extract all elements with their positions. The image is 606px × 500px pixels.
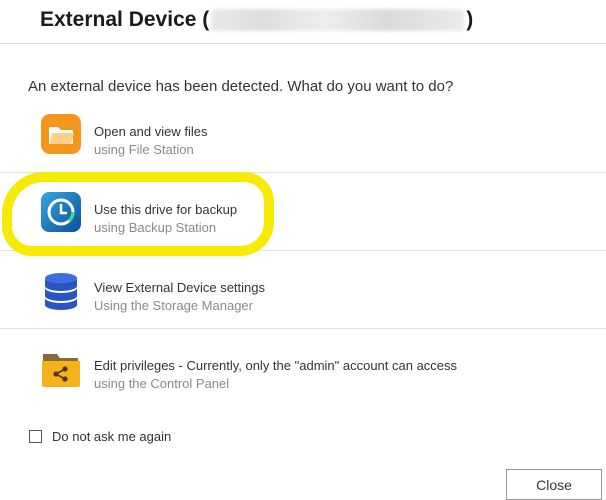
- folder-icon: [40, 113, 82, 155]
- option-title: Use this drive for backup: [94, 202, 238, 217]
- option-backup[interactable]: Use this drive for backup using Backup S…: [0, 172, 606, 250]
- do-not-ask-checkbox[interactable]: [29, 430, 42, 443]
- do-not-ask-label: Do not ask me again: [52, 429, 172, 444]
- external-device-dialog: External Device ( ) An external device h…: [0, 0, 606, 500]
- backup-clock-icon: [40, 191, 82, 233]
- dialog-prompt: An external device has been detected. Wh…: [28, 78, 454, 95]
- database-icon: [40, 270, 82, 312]
- title-suffix: ): [466, 8, 474, 31]
- redacted-device-name: [211, 9, 465, 31]
- dialog-title: External Device ( ): [40, 8, 473, 32]
- option-subtitle: using Backup Station: [94, 220, 217, 235]
- option-subtitle: using File Station: [94, 142, 194, 157]
- option-title: View External Device settings: [94, 280, 266, 295]
- option-title: Open and view files: [94, 124, 208, 139]
- option-edit-privileges[interactable]: Edit privileges - Currently, only the "a…: [0, 328, 606, 406]
- shared-folder-icon: [40, 348, 82, 390]
- do-not-ask-row[interactable]: Do not ask me again: [29, 429, 171, 444]
- close-button[interactable]: Close: [506, 469, 602, 500]
- option-subtitle: Using the Storage Manager: [94, 298, 253, 313]
- option-subtitle: using the Control Panel: [94, 376, 230, 391]
- dialog-header: External Device ( ): [0, 0, 606, 44]
- title-prefix: External Device (: [40, 8, 210, 31]
- option-open-files[interactable]: Open and view files using File Station: [0, 94, 606, 172]
- option-storage-settings[interactable]: View External Device settings Using the …: [0, 250, 606, 328]
- option-title: Edit privileges - Currently, only the "a…: [94, 358, 458, 373]
